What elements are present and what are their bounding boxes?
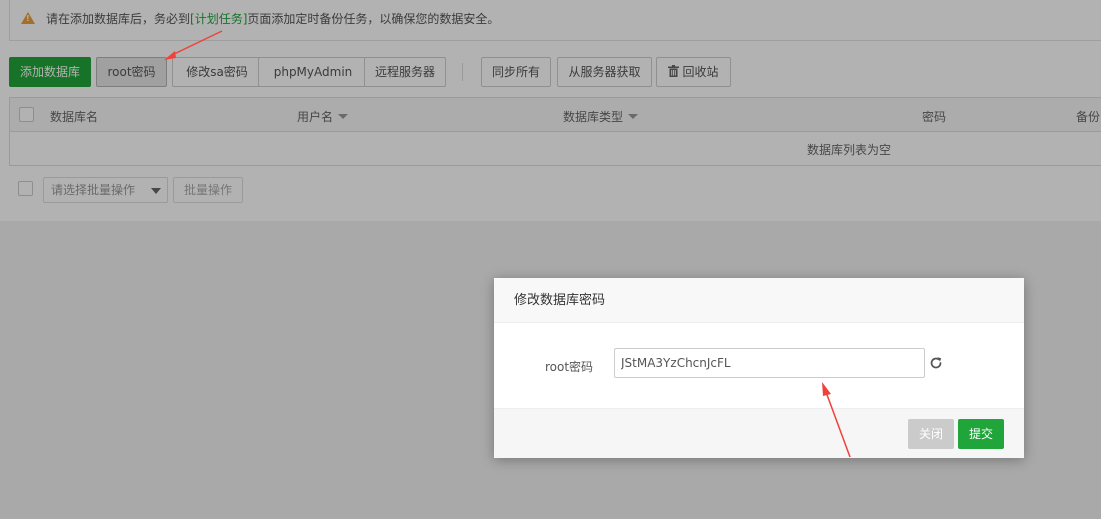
arrow-to-password-field (822, 382, 851, 458)
arrow-to-root-button (164, 30, 223, 60)
annotation-arrows (164, 30, 851, 458)
